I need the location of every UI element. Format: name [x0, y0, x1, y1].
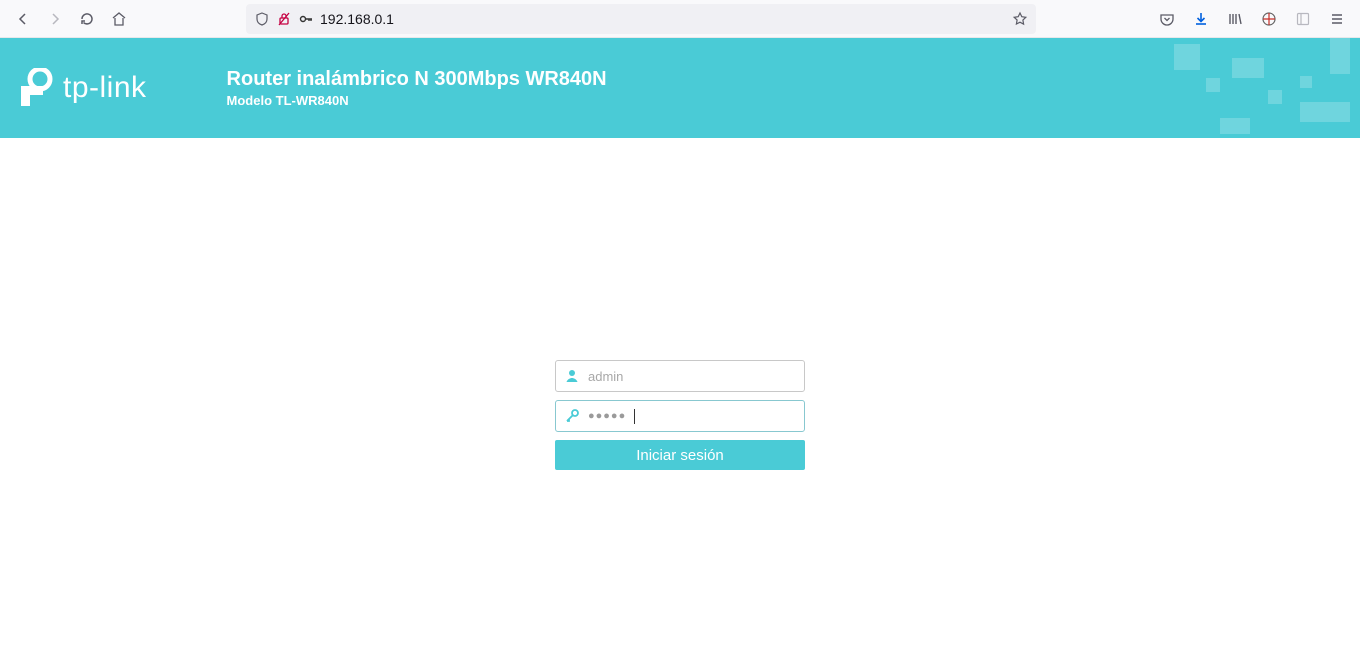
brand-logo: tp-link [18, 68, 147, 108]
brand-name: tp-link [63, 71, 147, 105]
sidebar-icon[interactable] [1288, 4, 1318, 34]
header-decoration [1100, 38, 1360, 138]
bookmark-star-icon[interactable] [1012, 11, 1028, 27]
username-input[interactable] [588, 369, 796, 384]
password-field-wrap[interactable]: ●●●●● [555, 400, 805, 432]
lock-slash-icon [276, 11, 292, 27]
page-subtitle: Modelo TL-WR840N [227, 93, 607, 108]
menu-icon[interactable] [1322, 4, 1352, 34]
browser-toolbar: 192.168.0.1 [0, 0, 1360, 38]
username-field-wrap[interactable] [555, 360, 805, 392]
extension-icon[interactable] [1254, 4, 1284, 34]
download-icon[interactable] [1186, 4, 1216, 34]
login-button[interactable]: Iniciar sesión [555, 440, 805, 470]
forward-button[interactable] [40, 4, 70, 34]
url-text: 192.168.0.1 [320, 11, 1006, 27]
password-mask: ●●●●● [588, 410, 626, 422]
address-bar[interactable]: 192.168.0.1 [246, 4, 1036, 34]
text-caret [634, 409, 635, 424]
page-header: tp-link Router inalámbrico N 300Mbps WR8… [0, 38, 1360, 138]
home-button[interactable] [104, 4, 134, 34]
shield-icon [254, 11, 270, 27]
back-button[interactable] [8, 4, 38, 34]
user-icon [564, 368, 580, 384]
pocket-icon[interactable] [1152, 4, 1182, 34]
key-icon [564, 408, 580, 424]
key-icon [298, 11, 314, 27]
library-icon[interactable] [1220, 4, 1250, 34]
page-title: Router inalámbrico N 300Mbps WR840N [227, 68, 607, 91]
tplink-logo-icon [18, 68, 53, 108]
reload-button[interactable] [72, 4, 102, 34]
login-form: ●●●●● Iniciar sesión [555, 360, 805, 470]
